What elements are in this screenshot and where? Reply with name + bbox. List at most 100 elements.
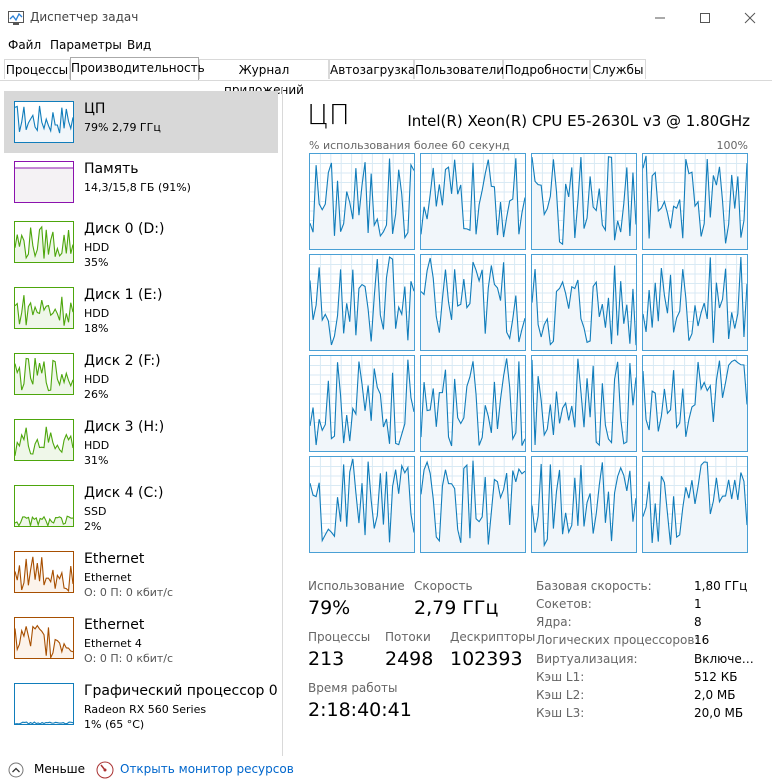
logical-processor-graph: [420, 254, 526, 351]
sidebar-item-disk-4[interactable]: Диск 4 (C:) SSD 2%: [4, 475, 278, 537]
trace-area: [15, 168, 73, 202]
sidebar-item-label: Диск 2 (F:): [84, 353, 161, 369]
logical-processor-graph: [642, 254, 748, 351]
window-title: Диспетчер задач: [30, 10, 139, 24]
activity-trace: [643, 255, 747, 350]
close-button[interactable]: [730, 4, 770, 32]
tab-processes[interactable]: Процессы: [4, 59, 70, 79]
chevron-up-icon: [8, 762, 24, 778]
l1-cache-value: 512 КБ: [694, 670, 738, 684]
sidebar-item-throughput: О: 0 П: 0 кбит/с: [84, 652, 174, 665]
l3-cache-value: 20,0 МБ: [694, 706, 744, 720]
fewer-details-button[interactable]: Меньше: [8, 760, 88, 778]
sidebar-item-usage: 35%: [84, 256, 109, 269]
logical-processor-graph: [420, 355, 526, 452]
cpu-thumbnail-graph: [14, 101, 74, 143]
trace-area: [421, 358, 525, 451]
processes-label: Процессы: [308, 630, 371, 644]
activity-trace: [15, 357, 73, 394]
memory-thumbnail-graph: [14, 161, 74, 203]
activity-trace: [421, 255, 525, 350]
activity-trace: [15, 721, 73, 724]
disk-thumbnail-graph: [14, 221, 74, 263]
sidebar-item-type: HDD: [84, 241, 110, 254]
sidebar-item-disk-0[interactable]: Диск 0 (D:) HDD 35%: [4, 211, 278, 273]
menu-view[interactable]: Вид: [127, 38, 151, 52]
activity-trace: [310, 356, 414, 451]
title-bar: Диспетчер задач: [0, 0, 772, 36]
activity-trace: [15, 556, 73, 592]
activity-trace: [15, 295, 73, 328]
sockets-label: Сокетов:: [536, 597, 592, 611]
uptime-value: 2:18:40:41: [308, 699, 412, 721]
logical-processor-graphs: [309, 153, 749, 553]
virtualization-value: Включе…: [694, 652, 754, 666]
sidebar-item-label: Ethernet: [84, 551, 145, 567]
open-resource-monitor-link[interactable]: Открыть монитор ресурсов: [120, 762, 294, 776]
usage-label: Использование: [308, 579, 405, 593]
sidebar-item-label: Ethernet: [84, 617, 145, 633]
activity-trace: [310, 255, 414, 350]
tab-users[interactable]: Пользователи: [414, 59, 504, 79]
logical-processor-graph: [309, 153, 415, 250]
activity-trace: [643, 356, 747, 451]
maximize-button[interactable]: [685, 4, 725, 32]
activity-trace: [532, 356, 636, 451]
sidebar-item-disk-3[interactable]: Диск 3 (H:) HDD 31%: [4, 409, 278, 471]
virtualization-label: Виртуализация:: [536, 652, 638, 666]
l2-cache-value: 2,0 МБ: [694, 688, 736, 702]
sidebar-item-label: ЦП: [84, 101, 106, 117]
sidebar-item-usage: 31%: [84, 454, 109, 467]
processes-value: 213: [308, 648, 345, 670]
sidebar-item-detail: 14,3/15,8 ГБ (91%): [84, 181, 191, 194]
base-speed-label: Базовая скорость:: [536, 579, 652, 593]
graph-caption: % использования более 60 секунд: [309, 139, 510, 152]
sidebar-item-usage: 1% (65 °C): [84, 718, 145, 731]
l2-cache-label: Кэш L2:: [536, 688, 585, 702]
sidebar-item-usage: 26%: [84, 388, 109, 401]
uptime-label: Время работы: [308, 681, 398, 695]
sidebar-item-ethernet[interactable]: Ethernet Ethernet О: 0 П: 0 кбит/с: [4, 541, 278, 603]
gpu-thumbnail-graph: [14, 683, 74, 725]
logical-processor-graph: [309, 456, 415, 553]
resource-monitor-icon: [96, 761, 114, 779]
sidebar-item-disk-1[interactable]: Диск 1 (E:) HDD 18%: [4, 277, 278, 339]
activity-trace: [15, 225, 73, 262]
sidebar-item-adapter: Ethernet: [84, 571, 132, 584]
tab-strip: Процессы Производительность Журнал прило…: [0, 57, 772, 97]
menu-options[interactable]: Параметры: [50, 38, 122, 52]
tab-app-history[interactable]: Журнал приложений: [199, 59, 329, 97]
disk-thumbnail-graph: [14, 353, 74, 395]
activity-trace: [643, 154, 747, 249]
sidebar-item-disk-2[interactable]: Диск 2 (F:) HDD 26%: [4, 343, 278, 405]
logical-processor-graph: [420, 456, 526, 553]
sidebar-item-ethernet-4[interactable]: Ethernet Ethernet 4 О: 0 П: 0 кбит/с: [4, 607, 278, 669]
threads-value: 2498: [385, 648, 434, 670]
activity-trace: [15, 515, 73, 526]
logical-processors-label: Логических процессоров:: [536, 633, 699, 647]
sidebar-item-cpu[interactable]: ЦП 79% 2,79 ГГц: [4, 91, 278, 153]
minimize-button[interactable]: [640, 4, 680, 32]
sidebar-item-adapter: Ethernet 4: [84, 637, 142, 650]
cores-label: Ядра:: [536, 615, 572, 629]
activity-trace: [421, 356, 525, 451]
ethernet-thumbnail-graph: [14, 551, 74, 593]
tab-details[interactable]: Подробности: [503, 59, 590, 79]
sockets-value: 1: [694, 597, 702, 611]
disk-thumbnail-graph: [14, 287, 74, 329]
logical-processor-graph: [531, 254, 637, 351]
usage-value: 79%: [308, 597, 351, 619]
sidebar-item-memory[interactable]: Память 14,3/15,8 ГБ (91%): [4, 151, 278, 213]
activity-trace: [310, 154, 414, 249]
logical-processor-graph: [309, 254, 415, 351]
tab-startup[interactable]: Автозагрузка: [329, 59, 415, 79]
activity-trace: [15, 105, 73, 142]
sidebar-item-label: Диск 0 (D:): [84, 221, 165, 237]
sidebar-item-gpu[interactable]: Графический процессор 0 Radeon RX 560 Se…: [4, 673, 278, 735]
sidebar-item-label: Диск 1 (E:): [84, 287, 163, 303]
tab-services[interactable]: Службы: [590, 59, 646, 79]
tab-performance[interactable]: Производительность: [70, 57, 205, 80]
footer-bar: Меньше Открыть монитор ресурсов: [0, 756, 772, 783]
activity-trace: [421, 457, 525, 552]
menu-file[interactable]: Файл: [8, 38, 41, 52]
